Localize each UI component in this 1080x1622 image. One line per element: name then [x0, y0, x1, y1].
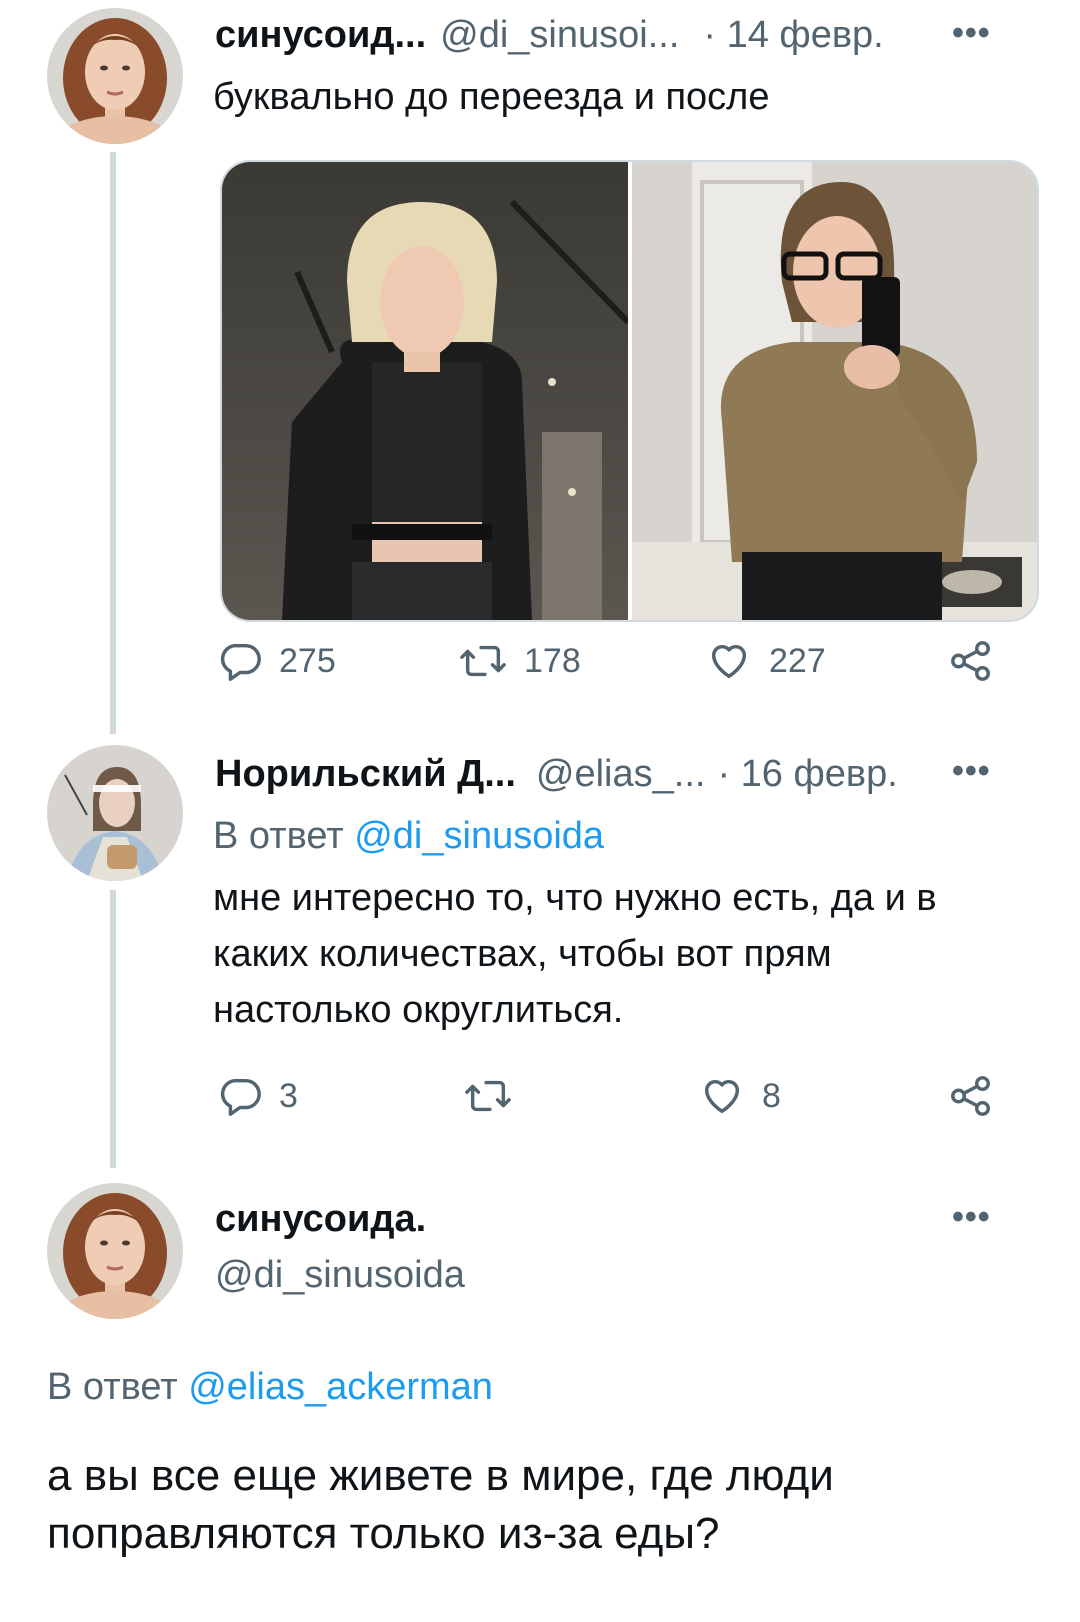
share-icon — [951, 1076, 990, 1116]
share-button[interactable] — [948, 638, 994, 684]
share-button[interactable] — [948, 1073, 994, 1119]
tweet-text: буквально до переезда и после — [213, 76, 770, 118]
heart-icon — [704, 1079, 740, 1114]
display-name[interactable]: синусоида. — [215, 1198, 426, 1241]
tweet-text: мне интересно то, что нужно есть, да и в… — [213, 870, 1013, 1038]
like-count: 8 — [762, 1076, 781, 1115]
more-icon[interactable]: ••• — [952, 752, 991, 791]
tweet-date[interactable]: · 14 февр. — [703, 14, 883, 57]
photo-after[interactable] — [631, 162, 1037, 620]
tweet-media[interactable] — [220, 160, 1039, 622]
handle[interactable]: @di_sinusoi... — [440, 14, 679, 57]
handle[interactable]: @elias_... — [536, 753, 706, 796]
reply-to-link[interactable]: @elias_ackerman — [188, 1366, 493, 1408]
reply-prefix: В ответ — [213, 815, 344, 857]
reply-count: 3 — [279, 1076, 298, 1115]
retweet-button[interactable] — [463, 1073, 513, 1119]
more-icon[interactable]: ••• — [952, 14, 991, 53]
retweet-icon — [460, 645, 506, 677]
avatar-elias[interactable] — [47, 745, 183, 881]
tweet-text: а вы все еще живете в мире, где люди поп… — [47, 1447, 1047, 1563]
share-icon — [951, 641, 990, 681]
like-count: 227 — [769, 641, 826, 680]
reply-prefix: В ответ — [47, 1366, 178, 1408]
thread-line — [110, 890, 116, 1168]
display-name[interactable]: Норильский Д... — [215, 753, 516, 796]
photo-before[interactable] — [222, 162, 628, 620]
text-line: а вы все еще живете в мире, где люди — [47, 1451, 834, 1500]
reply-button[interactable]: 275 — [217, 638, 336, 684]
reply-to-link[interactable]: @di_sinusoida — [354, 815, 604, 857]
more-icon[interactable]: ••• — [952, 1198, 991, 1237]
reply-count: 275 — [279, 641, 336, 680]
tweet-date[interactable]: · 16 февр. — [717, 753, 897, 796]
text-line: каких количествах, чтобы вот прям — [213, 933, 832, 975]
handle[interactable]: @di_sinusoida — [215, 1254, 465, 1297]
heart-icon — [711, 644, 747, 679]
retweet-button[interactable]: 178 — [458, 638, 581, 684]
retweet-count: 178 — [524, 641, 581, 680]
avatar-sinusoida[interactable] — [47, 1183, 183, 1319]
text-line: настолько округлиться. — [213, 989, 624, 1031]
reply-icon — [220, 643, 261, 681]
thread-line — [110, 152, 116, 734]
display-name[interactable]: синусоид... — [215, 14, 426, 57]
avatar-sinusoida[interactable] — [47, 8, 183, 144]
reply-button[interactable]: 3 — [217, 1073, 298, 1119]
like-button[interactable]: 8 — [698, 1073, 781, 1119]
retweet-icon — [465, 1080, 511, 1112]
text-line: поправляются только из-за еды? — [47, 1509, 720, 1558]
like-button[interactable]: 227 — [705, 638, 826, 684]
reply-icon — [220, 1078, 261, 1116]
text-line: мне интересно то, что нужно есть, да и в — [213, 877, 937, 919]
